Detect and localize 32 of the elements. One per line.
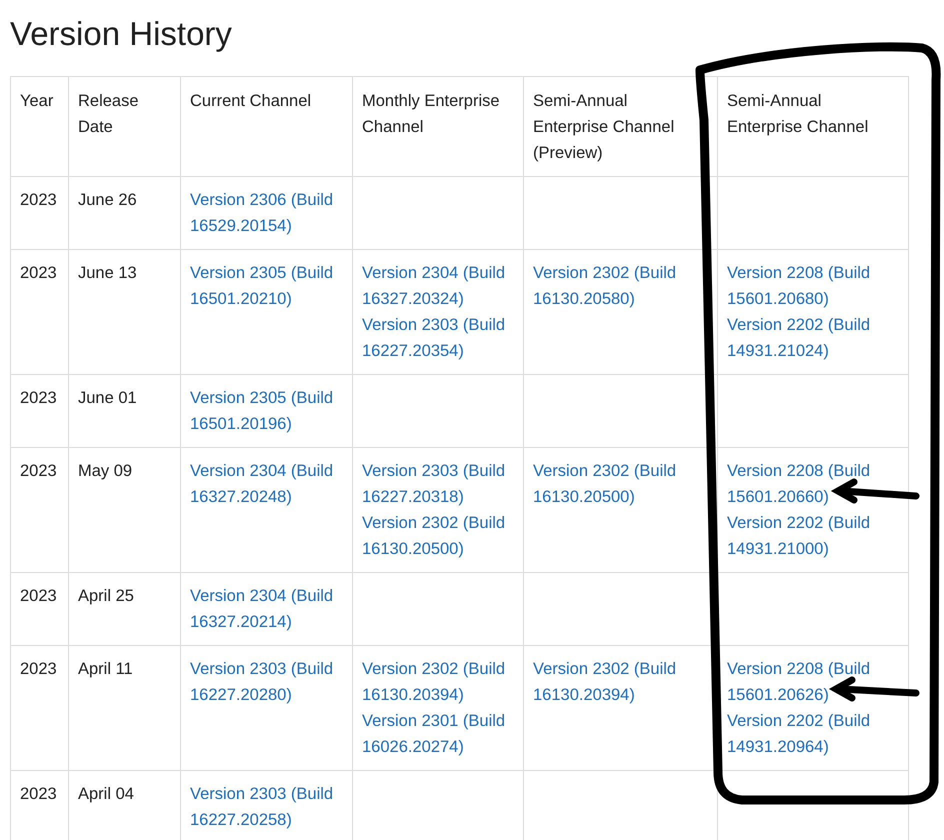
version-link[interactable]: Version 2304 (Build 16327.20324) [362,260,515,312]
table-cell: 2023 [10,448,68,572]
column-header: Monthly Enterprise Channel [352,76,524,176]
version-link[interactable]: Version 2303 (Build 16227.20354) [362,312,515,364]
column-header: Semi-Annual Enterprise Channel [718,76,908,176]
version-link[interactable]: Version 2302 (Build 16130.20394) [362,656,515,708]
column-header: Year [10,76,68,176]
version-link[interactable]: Version 2303 (Build 16227.20318) [362,458,515,510]
table-cell: April 25 [68,572,180,646]
table-cell: June 26 [68,176,180,250]
version-link[interactable]: Version 2208 (Build 15601.20626) [727,656,900,708]
version-link[interactable]: Version 2302 (Build 16130.20500) [362,510,515,562]
version-link[interactable]: Version 2202 (Build 14931.20964) [727,708,900,760]
column-header: Semi-Annual Enterprise Channel (Preview) [524,76,718,176]
table-cell: 2023 [10,770,68,840]
table-cell: 2023 [10,176,68,250]
column-header: Current Channel [180,76,352,176]
table-cell: June 01 [68,374,180,448]
table-cell: 2023 [10,572,68,646]
table-cell: May 09 [68,448,180,572]
version-link[interactable]: Version 2208 (Build 15601.20680) [727,260,900,312]
table-cell: 2023 [10,250,68,374]
table-cell: April 11 [68,646,180,770]
version-link[interactable]: Version 2202 (Build 14931.21024) [727,312,900,364]
table-cell: 2023 [10,646,68,770]
table-cell: 2023 [10,374,68,448]
table-cell: June 13 [68,250,180,374]
version-link[interactable]: Version 2208 (Build 15601.20660) [727,458,900,510]
column-header: Release Date [68,76,180,176]
version-link[interactable]: Version 2301 (Build 16026.20274) [362,708,515,760]
page-title: Version History [10,14,233,54]
version-link[interactable]: Version 2202 (Build 14931.21000) [727,510,900,562]
